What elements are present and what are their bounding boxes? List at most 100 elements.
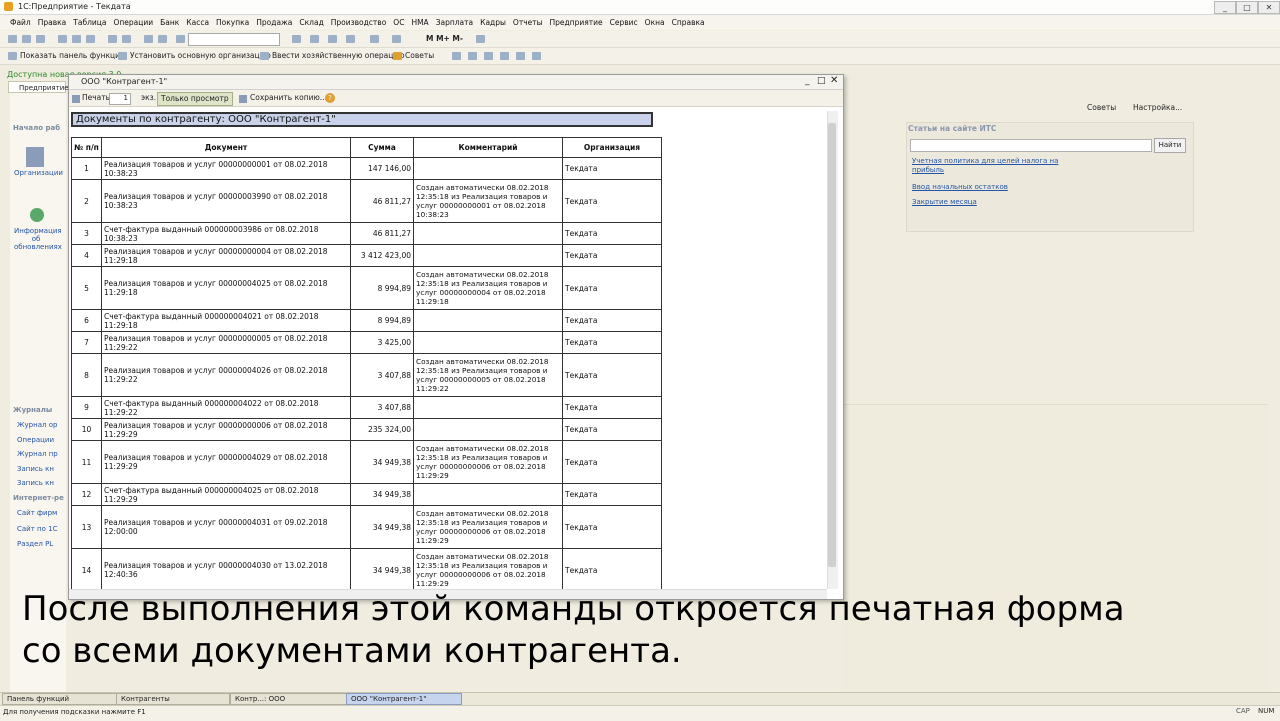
table-row[interactable]: 14 Реализация товаров и услуг 00000004030… [71, 548, 662, 592]
menu-item[interactable]: Предприятие [550, 15, 603, 30]
memory-buttons[interactable]: M M+ M- [426, 34, 463, 43]
menu-item[interactable]: Склад [299, 15, 323, 30]
save-icon[interactable] [36, 35, 45, 43]
menu-item[interactable]: Касса [186, 15, 209, 30]
search-input[interactable] [188, 33, 280, 46]
print-minimize-button[interactable]: _ [805, 76, 810, 86]
menu-item[interactable]: Отчеты [513, 15, 543, 30]
menu-item[interactable]: НМА [411, 15, 428, 30]
table-row[interactable]: 5 Реализация товаров и услуг 00000004025 … [71, 266, 662, 310]
organizations-icon[interactable] [26, 147, 44, 167]
report-icon-4[interactable] [500, 52, 509, 60]
table-row[interactable]: 13 Реализация товаров и услуг 00000004031… [71, 505, 662, 549]
print-button[interactable]: Печать [82, 92, 110, 104]
table-row[interactable]: 4 Реализация товаров и услуг 00000000004 … [71, 244, 662, 267]
its-search-input[interactable] [910, 139, 1152, 152]
internet-link[interactable]: Сайт фирм [17, 509, 57, 517]
redo-icon[interactable] [158, 35, 167, 43]
find-next-icon[interactable] [292, 35, 301, 43]
help-icon[interactable]: ? [325, 93, 335, 103]
save-copy-button[interactable]: Сохранить копию... [250, 92, 327, 104]
menu-item[interactable]: Покупка [216, 15, 249, 30]
print-maximize-button[interactable]: □ [817, 76, 826, 86]
report-icon-5[interactable] [516, 52, 525, 60]
table-row[interactable]: 1 Реализация товаров и услуг 00000000001 … [71, 157, 662, 180]
tips-button[interactable]: Советы [405, 51, 434, 60]
preview-icon[interactable] [122, 35, 131, 43]
copies-input[interactable]: 1 [109, 93, 131, 105]
settings-link[interactable]: Настройка... [1133, 103, 1182, 112]
new-icon[interactable] [8, 35, 17, 43]
menu-item[interactable]: Справка [672, 15, 705, 30]
its-link-policy[interactable]: Учетная политика для целей налога на при… [912, 157, 1072, 175]
search-icon[interactable] [176, 35, 185, 43]
menu-item[interactable]: Кадры [480, 15, 506, 30]
copy-icon[interactable] [72, 35, 81, 43]
scrollbar-thumb[interactable] [828, 123, 836, 567]
table-row[interactable]: 11 Реализация товаров и услуг 00000004029… [71, 440, 662, 484]
readonly-toggle[interactable]: Только просмотр [157, 92, 233, 106]
menu-item[interactable]: Окна [645, 15, 665, 30]
menu-item[interactable]: Зарплата [436, 15, 473, 30]
find-prev-icon[interactable] [310, 35, 319, 43]
enter-op-button[interactable]: Ввести хозяйственную операцию [272, 51, 405, 60]
close-button[interactable]: ✕ [1258, 1, 1280, 14]
journal-link[interactable]: Журнал пр [17, 450, 58, 458]
open-icon[interactable] [22, 35, 31, 43]
memory-icon[interactable] [392, 35, 401, 43]
task-contractors[interactable]: Контрагенты [116, 693, 230, 705]
its-link-month-close[interactable]: Закрытие месяца [912, 198, 1072, 207]
task-contractor-card[interactable]: Контр...: ООО "Контрагент-1" [230, 693, 348, 713]
cut-icon[interactable] [58, 35, 67, 43]
undo-icon[interactable] [144, 35, 153, 43]
menu-item[interactable]: Банк [160, 15, 179, 30]
journal-link[interactable]: Запись кн [17, 465, 54, 473]
journal-link[interactable]: Журнал ор [17, 421, 57, 429]
updates-link[interactable]: Информация об обновлениях [14, 227, 62, 251]
help-icon[interactable] [370, 35, 379, 43]
table-row[interactable]: 12 Счет-фактура выданный 000000004025 от … [71, 483, 662, 506]
internet-link[interactable]: Раздел PL [17, 540, 53, 548]
menu-item[interactable]: Операции [113, 15, 153, 30]
journal-link[interactable]: Запись кн [17, 479, 54, 487]
table-row[interactable]: 9 Счет-фактура выданный 000000004022 от 0… [71, 396, 662, 419]
calendar-icon[interactable] [346, 35, 355, 43]
menu-item[interactable]: ОС [393, 15, 404, 30]
table-row[interactable]: 7 Реализация товаров и услуг 00000000005 … [71, 331, 662, 354]
menu-item[interactable]: Файл [10, 15, 31, 30]
calc-icon[interactable] [328, 35, 337, 43]
updates-icon[interactable] [30, 208, 44, 222]
set-org-button[interactable]: Установить основную организацию [130, 51, 271, 60]
its-find-button[interactable]: Найти [1154, 138, 1186, 153]
menu-item[interactable]: Сервис [610, 15, 638, 30]
tab-enterprise[interactable]: Предприятие [8, 81, 69, 93]
maximize-button[interactable]: □ [1236, 1, 1258, 14]
print-icon [72, 95, 80, 103]
pin-icon[interactable] [476, 35, 485, 43]
table-row[interactable]: 10 Реализация товаров и услуг 00000000006… [71, 418, 662, 441]
report-icon-6[interactable] [532, 52, 541, 60]
show-panel-button[interactable]: Показать панель функций [20, 51, 125, 60]
table-row[interactable]: 3 Счет-фактура выданный 000000003986 от 0… [71, 222, 662, 245]
its-link-balances[interactable]: Ввод начальных остатков [912, 183, 1072, 192]
menu-item[interactable]: Таблица [73, 15, 106, 30]
menu-item[interactable]: Продажа [256, 15, 292, 30]
report-icon-3[interactable] [484, 52, 493, 60]
task-print-form[interactable]: ООО "Контрагент-1" [346, 693, 462, 705]
print-icon[interactable] [108, 35, 117, 43]
table-row[interactable]: 6 Счет-фактура выданный 000000004021 от 0… [71, 309, 662, 332]
internet-link[interactable]: Сайт по 1С [17, 525, 57, 533]
print-close-button[interactable]: ✕ [830, 75, 838, 86]
organizations-link[interactable]: Организации [14, 169, 63, 177]
report-icon-1[interactable] [452, 52, 461, 60]
report-icon-2[interactable] [468, 52, 477, 60]
minimize-button[interactable]: _ [1214, 1, 1236, 14]
tips-link[interactable]: Советы [1087, 103, 1116, 112]
menu-item[interactable]: Правка [38, 15, 67, 30]
journal-link[interactable]: Операции [17, 436, 54, 444]
table-row[interactable]: 2 Реализация товаров и услуг 00000003990 … [71, 179, 662, 223]
task-functions-panel[interactable]: Панель функций [2, 693, 118, 705]
paste-icon[interactable] [86, 35, 95, 43]
menu-item[interactable]: Производство [331, 15, 387, 30]
table-row[interactable]: 8 Реализация товаров и услуг 00000004026 … [71, 353, 662, 397]
